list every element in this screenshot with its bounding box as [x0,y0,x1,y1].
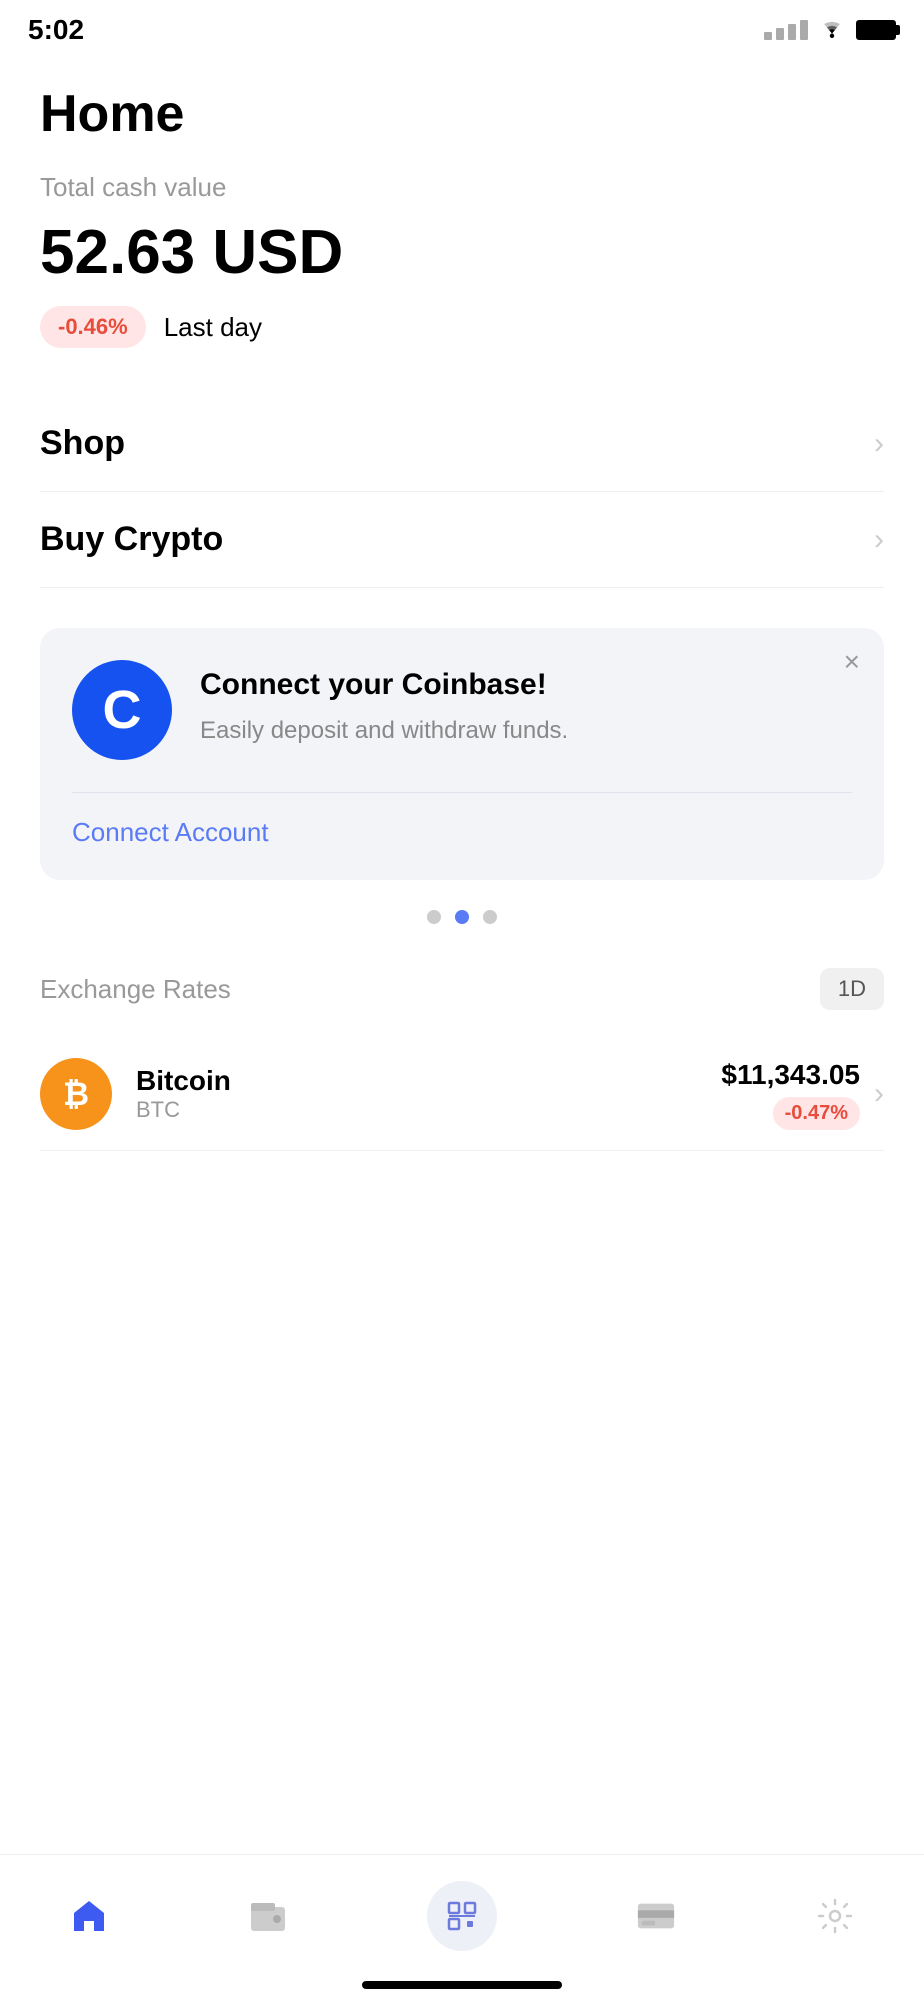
period-badge[interactable]: 1D [820,968,884,1010]
btc-symbol: ₿ [63,1076,89,1113]
bitcoin-row[interactable]: ₿ Bitcoin BTC $11,343.05 -0.47% › [40,1038,884,1151]
exchange-rates-title: Exchange Rates [40,974,231,1005]
bitcoin-ticker: BTC [136,1097,721,1123]
wifi-icon [818,18,846,43]
change-badge: -0.46% [40,306,146,348]
bitcoin-icon: ₿ [40,1058,112,1130]
nav-item-card[interactable] [616,1888,696,1944]
home-bar [362,1981,562,1989]
coinbase-logo: C [72,660,172,760]
card-title: Connect your Coinbase! [200,668,568,702]
close-icon[interactable]: × [844,648,860,676]
signal-icon [764,20,808,40]
cash-value: 52.63 USD [40,217,884,288]
status-icons [764,18,896,43]
page-title: Home [40,84,884,144]
dot-3 [483,910,497,924]
nav-item-scan[interactable] [407,1873,517,1959]
scan-icon [427,1881,497,1951]
wallet-icon [248,1896,288,1936]
dot-2-active [455,910,469,924]
card-desc: Easily deposit and withdraw funds. [200,714,568,748]
coinbase-card: × C Connect your Coinbase! Easily deposi… [40,628,884,880]
buy-crypto-row[interactable]: Buy Crypto › [40,492,884,588]
cash-label: Total cash value [40,172,884,203]
card-text-content: Connect your Coinbase! Easily deposit an… [200,660,568,748]
status-time: 5:02 [28,14,84,46]
status-bar: 5:02 [0,0,924,54]
bitcoin-chevron-icon: › [874,1077,884,1111]
nav-item-wallet[interactable] [228,1888,308,1944]
dot-1 [427,910,441,924]
main-content: Home Total cash value 52.63 USD -0.46% L… [0,54,924,1151]
bitcoin-change: -0.47% [773,1097,860,1130]
battery-icon [856,20,896,40]
bitcoin-price: $11,343.05 [721,1059,860,1091]
exchange-rates-header: Exchange Rates 1D [40,968,884,1010]
bitcoin-name: Bitcoin [136,1065,721,1097]
coinbase-logo-letter: C [103,679,142,741]
buy-crypto-chevron-icon: › [874,523,884,557]
change-period: Last day [164,312,262,343]
shop-label: Shop [40,424,125,463]
buy-crypto-label: Buy Crypto [40,520,223,559]
card-body: C Connect your Coinbase! Easily deposit … [72,660,852,760]
shop-chevron-icon: › [874,427,884,461]
bitcoin-price-col: $11,343.05 -0.47% [721,1059,860,1130]
shop-row[interactable]: Shop › [40,396,884,492]
change-row: -0.46% Last day [40,306,884,348]
nav-item-home[interactable] [49,1888,129,1944]
dots-indicator [40,910,884,924]
bitcoin-info: Bitcoin BTC [136,1065,721,1123]
card-icon [636,1896,676,1936]
nav-item-settings[interactable] [795,1888,875,1944]
home-icon [69,1896,109,1936]
connect-account-link[interactable]: Connect Account [72,792,852,848]
gear-icon [815,1896,855,1936]
